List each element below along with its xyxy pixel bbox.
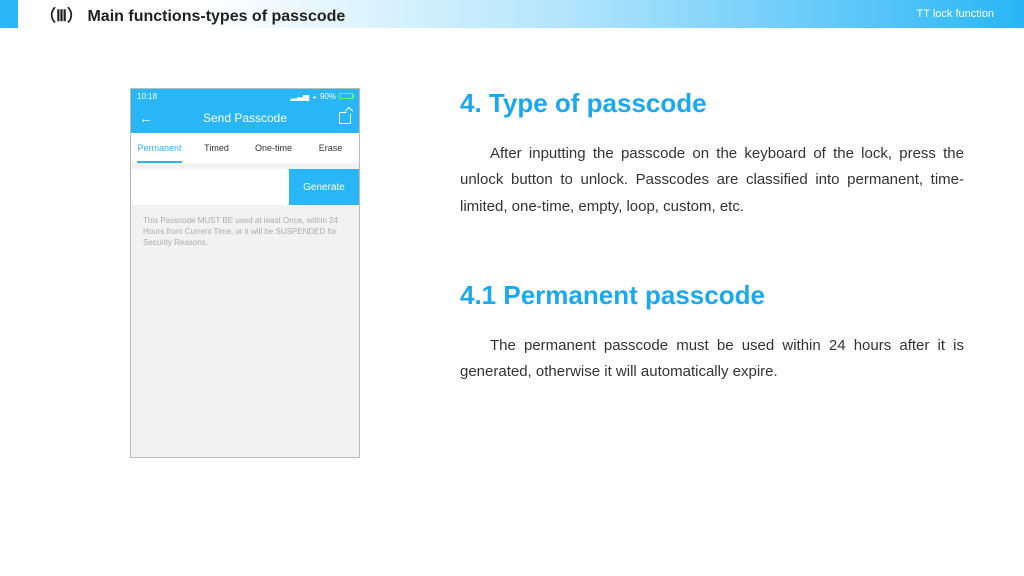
content-area: 10:18 ▂▃▅ ◒ 90% ← Send Passcode Permanen… [0,28,1024,458]
tab-onetime[interactable]: One-time [245,133,302,163]
back-icon[interactable]: ← [139,110,153,126]
share-icon[interactable] [339,112,351,124]
paragraph-4: After inputting the passcode on the keyb… [460,141,964,220]
generate-button[interactable]: Generate [289,169,359,205]
security-note: This Passcode MUST BE used at least Once… [131,205,359,259]
phone-status-bar: 10:18 ▂▃▅ ◒ 90% [131,89,359,103]
status-icons: ▂▃▅ ◒ 90% [291,92,353,101]
page-title: （Ⅲ） Main functions-types of passcode [40,2,345,26]
text-column: 4. Type of passcode After inputting the … [460,88,964,458]
wifi-icon: ◒ [312,92,317,101]
phone-tabs: Permanent Timed One-time Erase [131,133,359,163]
tab-erase[interactable]: Erase [302,133,359,163]
tab-timed[interactable]: Timed [188,133,245,163]
paragraph-4-1: The permanent passcode must be used with… [460,333,964,386]
phone-header: ← Send Passcode [131,103,359,133]
phone-mockup: 10:18 ▂▃▅ ◒ 90% ← Send Passcode Permanen… [130,88,360,458]
status-time: 10:18 [137,92,157,101]
battery-icon [339,93,353,99]
battery-pct: 90% [320,92,336,101]
phone-header-title: Send Passcode [203,111,287,125]
top-bar: （Ⅲ） Main functions-types of passcode TT … [0,0,1024,28]
heading-4-1: 4.1 Permanent passcode [460,280,964,311]
signal-icon: ▂▃▅ [291,92,309,101]
heading-4: 4. Type of passcode [460,88,964,119]
generate-row: Generate [131,169,359,205]
tab-permanent[interactable]: Permanent [131,133,188,163]
topbar-right-label: TT lock function [917,8,994,20]
accent-tab [0,0,18,28]
